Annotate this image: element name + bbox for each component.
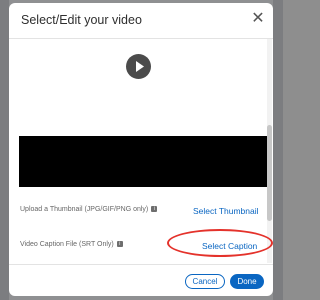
cancel-button[interactable]: Cancel xyxy=(185,274,225,289)
thumbnail-label: Upload a Thumbnail (JPG/GIF/PNG only) i xyxy=(20,206,158,213)
background-left-panel xyxy=(0,0,9,300)
dialog-title: Select/Edit your video xyxy=(21,13,142,27)
background-right-panel xyxy=(273,0,283,300)
scrollbar[interactable] xyxy=(267,39,272,263)
caption-label-text: Video Caption File (SRT Only) xyxy=(20,241,114,248)
dialog-footer: Cancel Done xyxy=(9,264,273,296)
select-thumbnail-link[interactable]: Select Thumbnail xyxy=(193,206,259,216)
thumbnail-label-text: Upload a Thumbnail (JPG/GIF/PNG only) xyxy=(20,206,149,213)
caption-highlight-annotation xyxy=(167,229,273,257)
scroll-thumb[interactable] xyxy=(267,125,272,221)
play-icon[interactable] xyxy=(126,54,151,79)
video-preview xyxy=(19,136,267,187)
done-button[interactable]: Done xyxy=(230,274,264,289)
caption-label: Video Caption File (SRT Only) i xyxy=(20,241,123,248)
info-icon[interactable]: i xyxy=(151,206,158,213)
dialog-header: Select/Edit your video ✕ xyxy=(9,3,273,39)
info-icon[interactable]: i xyxy=(116,241,123,248)
close-icon[interactable]: ✕ xyxy=(250,11,266,27)
